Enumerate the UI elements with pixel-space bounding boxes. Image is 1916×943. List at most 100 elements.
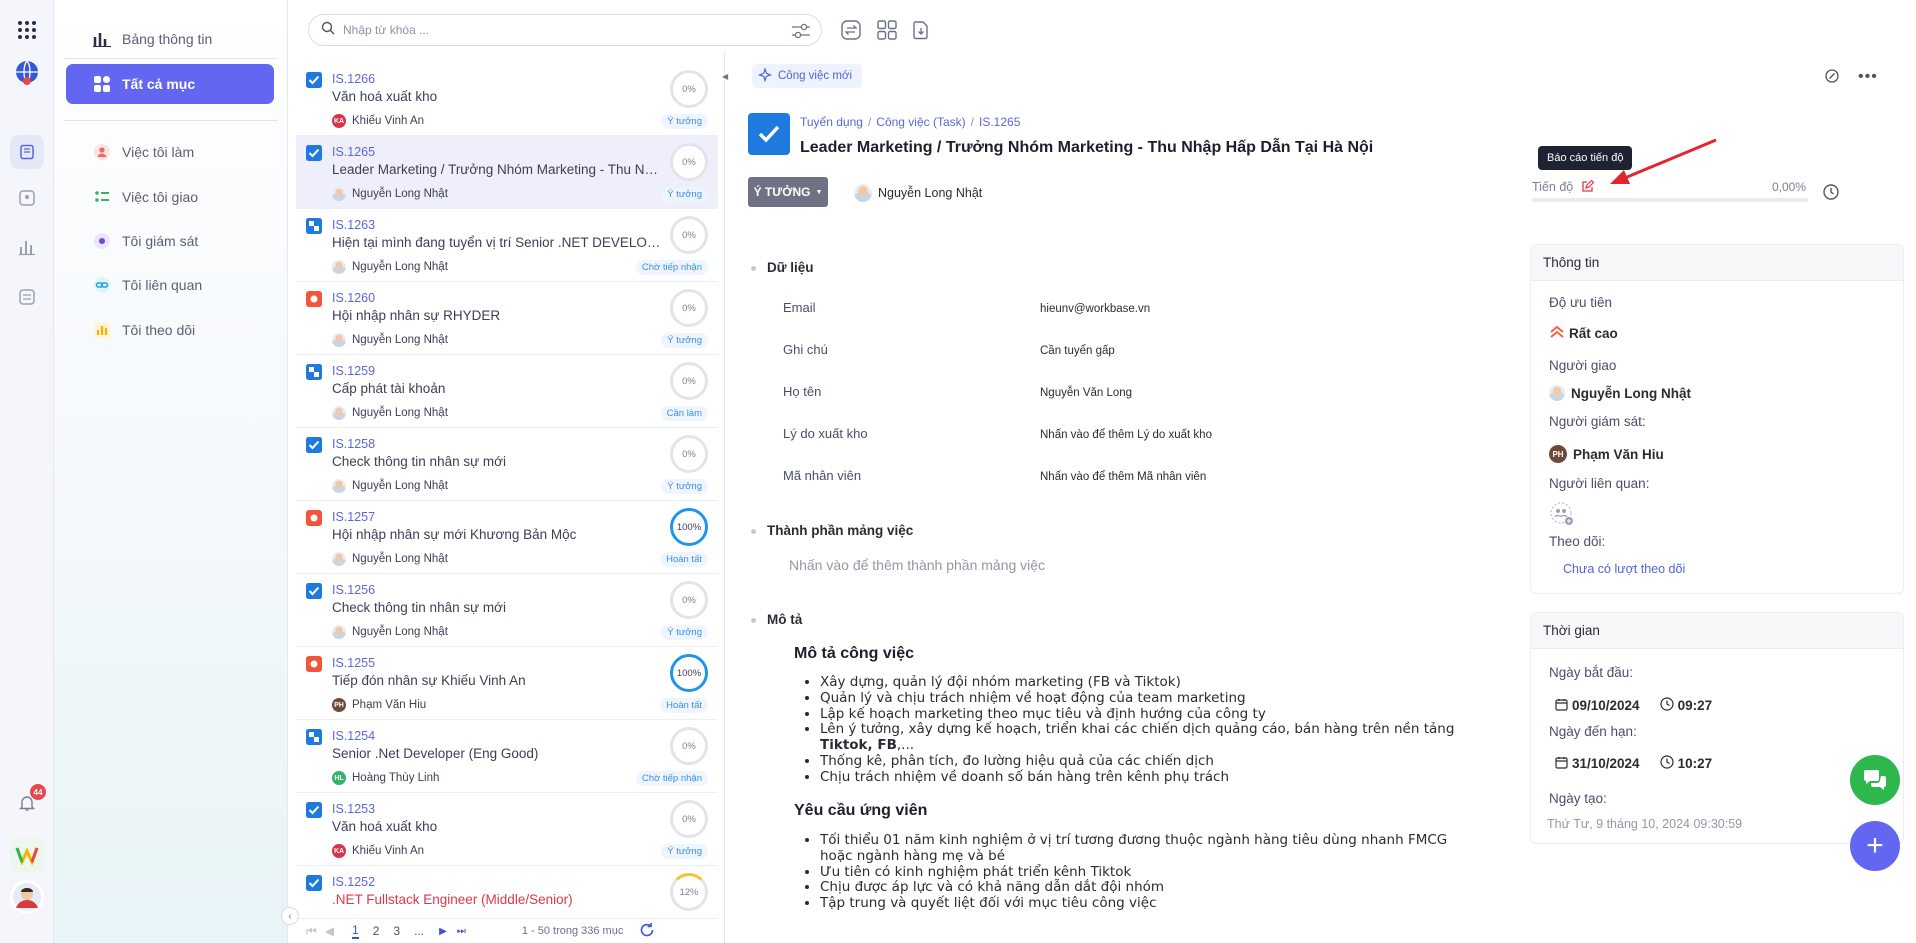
data-section-heading[interactable]: Dữ liệu	[751, 260, 814, 275]
status-dropdown[interactable]: Ý TƯỞNG ▼	[748, 177, 828, 207]
layout-grid-icon[interactable]	[875, 18, 899, 42]
first-page-icon[interactable]: ⏮	[306, 924, 317, 939]
prev-page-icon[interactable]: ◀	[325, 924, 334, 938]
sidebar-item-supervise[interactable]: Tôi giám sát	[66, 223, 274, 259]
task-title[interactable]: Leader Marketing / Trưởng Nhóm Marketing…	[800, 139, 1373, 157]
priority-value[interactable]: Rất cao	[1549, 325, 1618, 342]
breadcrumb-item[interactable]: Công việc (Task)	[876, 115, 965, 129]
task-id[interactable]: IS.1253	[332, 802, 375, 816]
subtask-icon[interactable]	[306, 729, 322, 745]
search-input[interactable]	[343, 23, 743, 37]
task-id[interactable]: IS.1255	[332, 656, 375, 670]
field-value[interactable]: Nguyễn Văn Long	[1040, 387, 1132, 399]
task-title[interactable]: Văn hoá xuất kho	[332, 819, 662, 834]
start-datetime[interactable]: 09/10/2024 09:27	[1555, 697, 1712, 714]
chart-icon[interactable]	[13, 233, 41, 261]
brand-logo-icon[interactable]	[10, 838, 44, 872]
swap-icon[interactable]	[839, 18, 863, 42]
collapse-list-icon[interactable]: ◀	[722, 72, 728, 81]
page-3[interactable]: 3	[393, 924, 400, 938]
task-id[interactable]: IS.1254	[332, 729, 375, 743]
task-title[interactable]: Leader Marketing / Trưởng Nhóm Marketing…	[332, 162, 662, 177]
task-row[interactable]: IS.1258 Check thông tin nhân sự mới Nguyễn…	[296, 428, 718, 501]
field-value[interactable]: Cần tuyển gấp	[1040, 345, 1115, 357]
task-row[interactable]: IS.1253 Văn hoá xuất kho KA Khiếu Vinh An 0%…	[296, 793, 718, 866]
task-id[interactable]: IS.1257	[332, 510, 375, 524]
task-title[interactable]: Tiếp đón nhân sự Khiếu Vinh An	[332, 673, 662, 688]
task-id[interactable]: IS.1258	[332, 437, 375, 451]
next-page-icon[interactable]: ▶	[439, 926, 447, 937]
record-icon[interactable]	[306, 510, 322, 526]
task-row[interactable]: IS.1266 Văn hoá xuất kho KA Khiếu Vinh An 0%…	[296, 63, 718, 136]
task-row[interactable]: IS.1255 Tiếp đón nhân sự Khiếu Vinh An PH P…	[296, 647, 718, 720]
checkbox-icon[interactable]	[306, 145, 322, 161]
task-id[interactable]: IS.1252	[332, 875, 375, 889]
task-title[interactable]: Cấp phát tài khoản	[332, 381, 662, 396]
edit-progress-icon[interactable]	[1581, 179, 1595, 194]
download-icon[interactable]	[909, 18, 933, 42]
task-owner[interactable]: Nguyễn Long Nhật	[854, 184, 982, 202]
record-icon[interactable]	[306, 656, 322, 672]
checkbox-icon[interactable]	[306, 437, 322, 453]
settings-sliders-icon[interactable]	[13, 283, 41, 311]
sidebar-item-assigned[interactable]: Việc tôi giao	[66, 179, 274, 215]
supervisor-value[interactable]: PH Phạm Văn Hiu	[1549, 445, 1664, 463]
task-row[interactable]: IS.1257 Hội nhập nhân sự mới Khương Bản M…	[296, 501, 718, 574]
add-related-icon[interactable]	[1549, 501, 1575, 532]
sidebar-item-related[interactable]: Tôi liên quan	[66, 267, 274, 303]
add-button[interactable]: +	[1850, 821, 1900, 871]
record-icon[interactable]	[306, 291, 322, 307]
field-value[interactable]: Nhấn vào để thêm Lý do xuất kho	[1040, 429, 1212, 441]
task-row[interactable]: IS.1252 .NET Fullstack Engineer (Middle/S…	[296, 866, 718, 918]
checkbox-icon[interactable]	[306, 72, 322, 88]
sidebar-item-all[interactable]: Tất cả mục	[66, 64, 274, 104]
filter-icon[interactable]	[791, 22, 811, 45]
breadcrumb-item[interactable]: IS.1265	[979, 115, 1020, 129]
field-value[interactable]: Nhấn vào để thêm Mã nhân viên	[1040, 471, 1206, 483]
refresh-icon[interactable]	[639, 922, 655, 941]
history-icon[interactable]	[1822, 183, 1840, 206]
user-avatar[interactable]	[10, 880, 44, 914]
components-hint[interactable]: Nhấn vào để thêm thành phần mảng việc	[789, 557, 1045, 573]
page-1[interactable]: 1	[352, 923, 359, 939]
subtask-icon[interactable]	[306, 364, 322, 380]
apps-grid-icon[interactable]	[13, 16, 41, 44]
due-datetime[interactable]: 31/10/2024 10:27	[1555, 755, 1712, 772]
task-id[interactable]: IS.1265	[332, 145, 375, 159]
checkbox-icon[interactable]	[306, 583, 322, 599]
task-title[interactable]: Check thông tin nhân sự mới	[332, 454, 662, 469]
task-id[interactable]: IS.1263	[332, 218, 375, 232]
workspace-logo-icon[interactable]	[13, 58, 41, 86]
task-row[interactable]: IS.1259 Cấp phát tài khoản Nguyễn Long Nhậ…	[296, 355, 718, 428]
task-title[interactable]: .NET Fullstack Engineer (Middle/Senior)	[332, 892, 662, 907]
breadcrumb-item[interactable]: Tuyển dụng	[800, 115, 863, 129]
components-section-heading[interactable]: Thành phần mảng việc	[750, 523, 913, 538]
task-title[interactable]: Văn hoá xuất kho	[332, 89, 662, 104]
task-row[interactable]: IS.1265 Leader Marketing / Trưởng Nhóm Ma…	[296, 136, 718, 209]
task-row[interactable]: IS.1254 Senior .Net Developer (Eng Good) H…	[296, 720, 718, 793]
sidebar-item-follow[interactable]: Tôi theo dõi	[66, 312, 274, 348]
sidebar-item-dashboard[interactable]: Bảng thông tin	[66, 21, 274, 57]
task-row[interactable]: IS.1263 Hiện tại mình đang tuyển vị trí S…	[296, 209, 718, 282]
task-id[interactable]: IS.1256	[332, 583, 375, 597]
task-id[interactable]: IS.1259	[332, 364, 375, 378]
sidebar-item-my-tasks[interactable]: Việc tôi làm	[66, 134, 274, 170]
page-2[interactable]: 2	[373, 924, 380, 938]
task-id[interactable]: IS.1260	[332, 291, 375, 305]
field-value[interactable]: hieunv@workbase.vn	[1040, 303, 1150, 315]
task-row[interactable]: IS.1260 Hội nhập nhân sự RHYDER Nguyễn Lon…	[296, 282, 718, 355]
assigner-value[interactable]: Nguyễn Long Nhật	[1549, 385, 1691, 401]
follow-link[interactable]: Chưa có lượt theo dõi	[1563, 562, 1685, 576]
task-title[interactable]: Senior .Net Developer (Eng Good)	[332, 746, 662, 761]
chat-button[interactable]	[1850, 755, 1900, 805]
last-page-icon[interactable]: ⏭	[457, 926, 466, 937]
link-chain-icon[interactable]	[1824, 68, 1840, 89]
task-title[interactable]: Hội nhập nhân sự RHYDER	[332, 308, 662, 323]
description-section-heading[interactable]: Mô tả	[750, 612, 802, 627]
more-options-icon[interactable]: •••	[1858, 68, 1878, 86]
contacts-icon[interactable]	[13, 184, 41, 212]
task-id[interactable]: IS.1266	[332, 72, 375, 86]
page-ellipsis[interactable]: ...	[414, 924, 424, 938]
task-title[interactable]: Check thông tin nhân sự mới	[332, 600, 662, 615]
book-icon[interactable]	[10, 135, 44, 169]
